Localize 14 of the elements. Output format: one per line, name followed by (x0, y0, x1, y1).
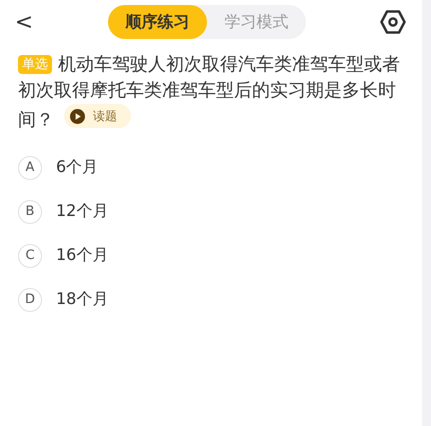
back-button[interactable]: < (14, 10, 34, 34)
option-letter[interactable]: A (18, 156, 42, 180)
question-type-tag: 单选 (18, 55, 52, 74)
option-text[interactable]: 6个月 (56, 157, 98, 178)
option-text[interactable]: 12个月 (56, 201, 108, 222)
mode-tab[interactable]: 顺序练习 (108, 5, 207, 39)
read-aloud-button[interactable]: 读题 (64, 104, 131, 128)
option-text[interactable]: 16个月 (56, 245, 108, 266)
option-letter[interactable]: C (18, 244, 42, 268)
option-text[interactable]: 18个月 (56, 289, 108, 310)
play-icon (70, 108, 85, 124)
option-letter[interactable]: B (18, 200, 42, 224)
settings-icon[interactable] (380, 9, 406, 35)
option-letter[interactable]: D (18, 288, 42, 312)
